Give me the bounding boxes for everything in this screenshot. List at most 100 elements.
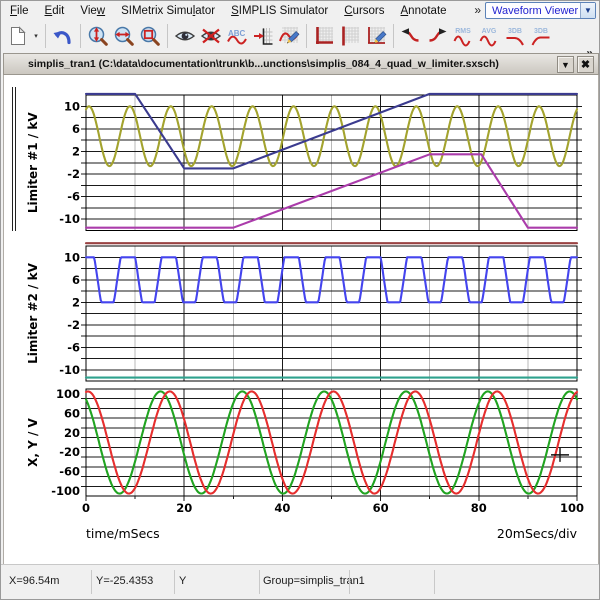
- hide-curve-button[interactable]: [198, 23, 224, 49]
- avg-button[interactable]: AVG: [476, 23, 502, 49]
- svg-text:-6: -6: [67, 190, 80, 204]
- status-bar: X=96.54m Y=-25.4353 Y Group=simplis_tran…: [1, 564, 599, 600]
- add-curve-button[interactable]: [250, 23, 276, 49]
- 3db-lowpass-icon: 3DB: [504, 25, 526, 47]
- toolbar-separator: [45, 24, 46, 48]
- svg-text:-2: -2: [67, 318, 80, 332]
- svg-text:-6: -6: [67, 340, 80, 354]
- svg-text:-60: -60: [59, 465, 80, 479]
- undo-button[interactable]: [50, 23, 76, 49]
- 3db-lowpass-button[interactable]: 3DB: [502, 23, 528, 49]
- waveform-plot-svg[interactable]: 1062-2-6-10Limiter #1 / kV1062-2-6-10Lim…: [2, 75, 600, 564]
- hide-curve-icon: [200, 25, 222, 47]
- next-curve-button[interactable]: [424, 23, 450, 49]
- svg-text:-2: -2: [67, 167, 80, 181]
- zoom-fit-x-icon: [113, 25, 135, 47]
- menu-overflow-chevron[interactable]: »: [474, 3, 481, 17]
- status-y-readout: Y=-25.4353: [96, 575, 153, 587]
- new-document-icon: [7, 25, 29, 47]
- zoom-fit-y-button[interactable]: [85, 23, 111, 49]
- menu-item-simetrix-simulator[interactable]: SIMetrix Simulator: [121, 5, 215, 17]
- svg-text:60: 60: [373, 501, 389, 515]
- svg-text:-100: -100: [51, 484, 80, 498]
- window-menu-button[interactable]: ▼: [557, 56, 574, 73]
- svg-text:60: 60: [64, 406, 80, 420]
- avg-icon: AVG: [478, 25, 500, 47]
- zoom-rect-icon: [139, 25, 161, 47]
- menu-item-simplis-simulator[interactable]: SIMPLIS Simulator: [231, 5, 328, 17]
- svg-text:6: 6: [72, 122, 80, 136]
- toolbar-separator: [167, 24, 168, 48]
- annotate-curve-button[interactable]: ABC: [224, 23, 250, 49]
- status-separator: [349, 570, 350, 594]
- chevron-down-icon[interactable]: ▼: [580, 3, 595, 18]
- svg-text:3DB: 3DB: [508, 28, 522, 35]
- toolbar-separator: [393, 24, 394, 48]
- toolbar-group: [85, 23, 163, 49]
- svg-text:ABC: ABC: [228, 29, 246, 38]
- rms-button[interactable]: RMS: [450, 23, 476, 49]
- viewer-select-combo[interactable]: Waveform Viewer ▼: [485, 2, 596, 19]
- svg-text:20: 20: [176, 501, 192, 515]
- viewer-combo-value: Waveform Viewer: [492, 5, 578, 17]
- menu-item-edit[interactable]: Edit: [45, 5, 65, 17]
- show-curve-icon: [174, 25, 196, 47]
- chevron-down-icon[interactable]: ▾: [31, 23, 41, 49]
- status-separator: [434, 570, 435, 594]
- status-separator: [91, 570, 92, 594]
- svg-text:-10: -10: [59, 212, 80, 226]
- show-axes-icon: [313, 25, 335, 47]
- new-document-button[interactable]: [5, 23, 31, 49]
- next-curve-icon: [426, 25, 448, 47]
- status-x-readout: X=96.54m: [9, 575, 59, 587]
- menu-item-cursors[interactable]: Cursors: [344, 5, 384, 17]
- prev-curve-icon: [400, 25, 422, 47]
- 3db-highpass-icon: 3DB: [530, 25, 552, 47]
- status-separator: [174, 570, 175, 594]
- zoom-fit-x-button[interactable]: [111, 23, 137, 49]
- svg-text:RMS: RMS: [455, 28, 471, 35]
- edit-axis-button[interactable]: [363, 23, 389, 49]
- status-curve-readout: Y: [179, 575, 186, 587]
- menu-item-view[interactable]: View: [80, 5, 105, 17]
- svg-text:3DB: 3DB: [534, 28, 548, 35]
- annotate-curve-icon: ABC: [226, 25, 248, 47]
- svg-text:40: 40: [274, 501, 290, 515]
- svg-text:10: 10: [64, 99, 80, 113]
- svg-text:80: 80: [471, 501, 487, 515]
- svg-text:20mSecs/div: 20mSecs/div: [497, 526, 578, 541]
- menu-item-annotate[interactable]: Annotate: [401, 5, 447, 17]
- svg-text:100: 100: [56, 387, 80, 401]
- menu-bar: File Edit View SIMetrix Simulator SIMPLIS Si…: [1, 1, 599, 20]
- edit-curve-button[interactable]: [276, 23, 302, 49]
- add-y-axis-button[interactable]: [337, 23, 363, 49]
- prev-curve-button[interactable]: [398, 23, 424, 49]
- toolbar: ▾ABCRMSAVG3DB3DB»: [1, 20, 599, 52]
- toolbar-group: ABC: [172, 23, 302, 49]
- menu-item-file[interactable]: File: [10, 5, 29, 17]
- svg-text:6: 6: [72, 273, 80, 287]
- svg-text:20: 20: [64, 426, 80, 440]
- toolbar-group: RMS AVG 3DB 3DB: [398, 23, 554, 49]
- zoom-fit-y-icon: [87, 25, 109, 47]
- show-axes-button[interactable]: [311, 23, 337, 49]
- edit-curve-icon: [278, 25, 300, 47]
- 3db-highpass-button[interactable]: 3DB: [528, 23, 554, 49]
- window-close-button[interactable]: ✖: [577, 56, 594, 73]
- svg-text:100: 100: [560, 501, 584, 515]
- graph-window-title-bar[interactable]: simplis_tran1 (C:\data\documentation\tru…: [3, 53, 599, 75]
- toolbar-group: ▾: [5, 23, 41, 49]
- add-y-axis-icon: [339, 25, 361, 47]
- toolbar-separator: [80, 24, 81, 48]
- zoom-rect-button[interactable]: [137, 23, 163, 49]
- svg-text:time/mSecs: time/mSecs: [86, 526, 160, 541]
- show-curve-button[interactable]: [172, 23, 198, 49]
- edit-axis-icon: [365, 25, 387, 47]
- svg-text:AVG: AVG: [482, 28, 497, 35]
- status-separator: [259, 570, 260, 594]
- waveform-viewer-window: File Edit View SIMetrix Simulator SIMPLIS Si…: [0, 0, 600, 600]
- graph-area[interactable]: 1062-2-6-10Limiter #1 / kV1062-2-6-10Lim…: [3, 75, 599, 564]
- toolbar-group: [311, 23, 389, 49]
- svg-text:Limiter #2 / kV: Limiter #2 / kV: [26, 262, 40, 363]
- svg-text:X, Y / V: X, Y / V: [26, 417, 40, 466]
